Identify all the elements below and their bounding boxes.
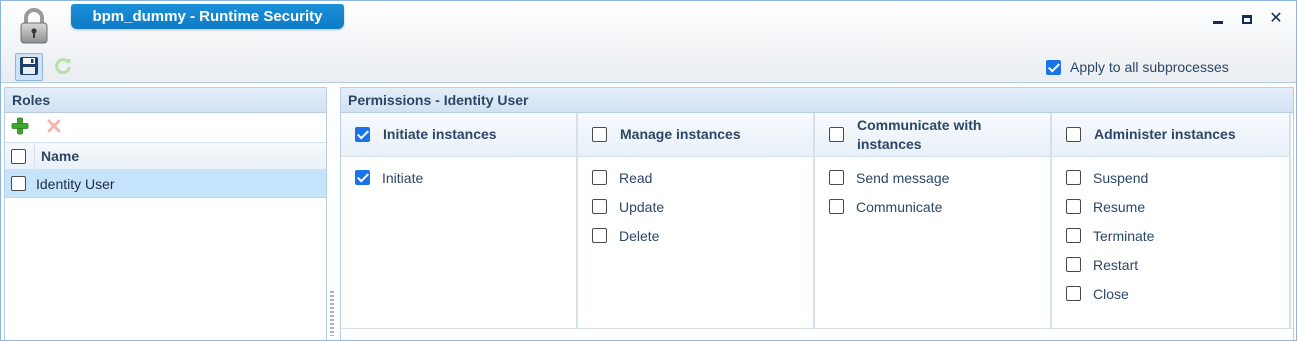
plus-icon xyxy=(11,117,29,138)
group-label: Initiate instances xyxy=(383,126,497,142)
group-checkbox[interactable] xyxy=(829,127,844,142)
permission-checkbox[interactable] xyxy=(1066,286,1081,301)
group-header: Communicate with instances xyxy=(815,113,1050,157)
roles-table-header: Name xyxy=(5,142,326,170)
permission-label: Send message xyxy=(856,169,950,186)
runtime-security-window: bpm_dummy - Runtime Security ✕ Apply to … xyxy=(0,0,1297,341)
apply-all-checkbox[interactable] xyxy=(1046,59,1061,75)
delete-x-icon xyxy=(46,118,62,137)
roles-panel: Roles Name Identity User xyxy=(4,87,327,340)
lock-icon xyxy=(17,7,51,45)
permission-checkbox[interactable] xyxy=(1066,170,1081,185)
maximize-icon[interactable] xyxy=(1237,10,1257,28)
permission-item[interactable]: Send message xyxy=(815,163,1050,192)
permission-label: Communicate xyxy=(856,198,943,215)
group-checkbox[interactable] xyxy=(592,127,607,142)
permission-label: Update xyxy=(619,198,665,215)
initiate-instances-group: Initiate instances Initiate xyxy=(341,113,578,328)
communicate-instances-group: Communicate with instances Send message … xyxy=(815,113,1052,328)
permission-item[interactable]: Suspend xyxy=(1052,163,1289,192)
permissions-title: Permissions - Identity User xyxy=(341,88,1293,113)
permission-checkbox[interactable] xyxy=(1066,228,1081,243)
permission-checkbox[interactable] xyxy=(1066,199,1081,214)
group-header: Manage instances xyxy=(578,113,813,157)
add-role-button[interactable] xyxy=(10,117,30,138)
apply-to-all-subprocesses[interactable]: Apply to all subprocesses xyxy=(1046,59,1229,75)
permissions-panel: Permissions - Identity User Initiate ins… xyxy=(340,87,1294,340)
group-checkbox[interactable] xyxy=(355,127,370,142)
select-all-roles-checkbox[interactable] xyxy=(11,148,26,164)
window-title: bpm_dummy - Runtime Security xyxy=(71,4,344,29)
administer-instances-group: Administer instances Suspend Resume Term… xyxy=(1052,113,1291,328)
permission-label: Restart xyxy=(1093,256,1139,273)
close-icon[interactable]: ✕ xyxy=(1266,10,1286,28)
permission-checkbox[interactable] xyxy=(829,170,844,185)
floppy-disk-icon xyxy=(19,56,39,79)
permission-item[interactable]: Resume xyxy=(1052,192,1289,221)
permission-item[interactable]: Close xyxy=(1052,279,1289,308)
permission-checkbox[interactable] xyxy=(1066,257,1081,272)
refresh-icon xyxy=(53,56,73,79)
group-label: Communicate with instances xyxy=(857,116,982,152)
permission-item[interactable]: Delete xyxy=(578,221,813,250)
group-label: Administer instances xyxy=(1094,126,1236,142)
group-header: Initiate instances xyxy=(341,113,576,157)
permission-item[interactable]: Terminate xyxy=(1052,221,1289,250)
roles-toolbar xyxy=(5,113,326,142)
window-controls: ✕ xyxy=(1208,10,1286,28)
permission-item[interactable]: Initiate xyxy=(341,163,576,192)
header-divider xyxy=(34,142,35,170)
group-label: Manage instances xyxy=(620,126,741,142)
permission-label: Resume xyxy=(1093,198,1146,215)
permission-label: Terminate xyxy=(1093,227,1155,244)
permissions-grid: Initiate instances Initiate Manage insta… xyxy=(341,113,1293,329)
permission-item[interactable]: Update xyxy=(578,192,813,221)
permission-item[interactable]: Restart xyxy=(1052,250,1289,279)
permission-checkbox[interactable] xyxy=(829,199,844,214)
permission-checkbox[interactable] xyxy=(355,170,370,185)
group-header: Administer instances xyxy=(1052,113,1289,157)
permission-item[interactable]: Communicate xyxy=(815,192,1050,221)
permission-label: Read xyxy=(619,169,653,186)
permission-checkbox[interactable] xyxy=(592,199,607,214)
role-name: Identity User xyxy=(36,175,115,192)
refresh-button[interactable] xyxy=(52,56,74,78)
name-column-header[interactable]: Name xyxy=(41,148,79,164)
permission-checkbox[interactable] xyxy=(592,228,607,243)
table-row[interactable]: Identity User xyxy=(5,170,326,198)
delete-role-button[interactable] xyxy=(44,118,64,138)
permission-checkbox[interactable] xyxy=(592,170,607,185)
save-button[interactable] xyxy=(15,53,43,81)
permission-label: Close xyxy=(1093,285,1129,302)
minimize-icon[interactable] xyxy=(1208,10,1228,28)
roles-title: Roles xyxy=(5,88,326,113)
manage-instances-group: Manage instances Read Update Delete xyxy=(578,113,815,328)
panel-splitter[interactable] xyxy=(330,291,334,336)
role-checkbox[interactable] xyxy=(11,176,26,191)
permission-label: Suspend xyxy=(1093,169,1149,186)
permission-label: Initiate xyxy=(382,169,424,186)
permission-item[interactable]: Read xyxy=(578,163,813,192)
apply-all-label: Apply to all subprocesses xyxy=(1070,59,1229,75)
permission-label: Delete xyxy=(619,227,660,244)
window-header: bpm_dummy - Runtime Security ✕ Apply to … xyxy=(1,1,1296,83)
group-checkbox[interactable] xyxy=(1066,127,1081,142)
